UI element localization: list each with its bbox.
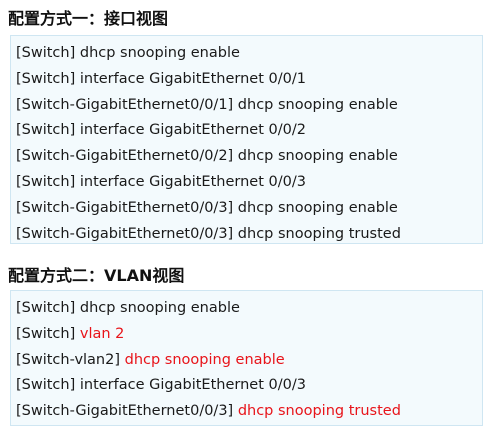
code-text: [Switch] dhcp snooping enable [16,45,240,61]
code-highlight: dhcp snooping trusted [237,403,401,420]
code-line: [Switch] vlan 2 [16,322,482,348]
section-title-vlan-view: 配置方式二：VLAN视图 [8,266,185,285]
code-text: [Switch-GigabitEthernet0/0/1] dhcp snoop… [16,96,398,113]
code-line: [Switch-GigabitEthernet0/0/1] dhcp snoop… [16,93,482,119]
code-text: [Switch] [16,325,80,342]
code-text: [Switch] interface GigabitEthernet 0/0/3 [16,173,306,190]
code-line: [Switch-GigabitEthernet0/0/3] dhcp snoop… [16,399,482,425]
code-block-vlan-view: [Switch] dhcp snooping enable [Switch] v… [10,290,483,426]
code-text: [Switch-vlan2] [16,351,125,368]
code-text: [Switch-GigabitEthernet0/0/3] dhcp snoop… [16,199,398,216]
code-highlight: vlan 2 [79,325,125,342]
code-line: [Switch-GigabitEthernet0/0/3] dhcp snoop… [16,196,482,222]
code-text: [Switch] interface GigabitEthernet 0/0/1 [16,70,306,87]
code-line: [Switch-GigabitEthernet0/0/3] dhcp snoop… [16,222,482,248]
code-text: [Switch-GigabitEthernet0/0/3] [16,403,238,420]
code-text: [Switch] dhcp snooping enable [16,300,240,316]
code-line: [Switch] interface GigabitEthernet 0/0/1 [16,67,482,93]
code-text: [Switch] interface GigabitEthernet 0/0/3 [16,377,306,394]
code-text: [Switch-GigabitEthernet0/0/3] dhcp snoop… [16,225,401,242]
code-line: [Switch-vlan2] dhcp snooping enable [16,348,482,374]
code-block-interface-view: [Switch] dhcp snooping enable [Switch] i… [10,35,483,244]
code-text: [Switch] interface GigabitEthernet 0/0/2 [16,122,306,139]
code-line: [Switch-GigabitEthernet0/0/2] dhcp snoop… [16,144,482,170]
code-line: [Switch] interface GigabitEthernet 0/0/2 [16,118,482,144]
code-line: [Switch] interface GigabitEthernet 0/0/3 [16,170,482,196]
code-line: [Switch] dhcp snooping enable [16,296,482,322]
code-line: [Switch] interface GigabitEthernet 0/0/3 [16,373,482,399]
code-highlight: dhcp snooping enable [124,351,285,368]
section-title-interface-view: 配置方式一：接口视图 [8,9,169,28]
code-text: [Switch-GigabitEthernet0/0/2] dhcp snoop… [16,148,398,165]
code-line: [Switch] dhcp snooping enable [16,41,482,67]
